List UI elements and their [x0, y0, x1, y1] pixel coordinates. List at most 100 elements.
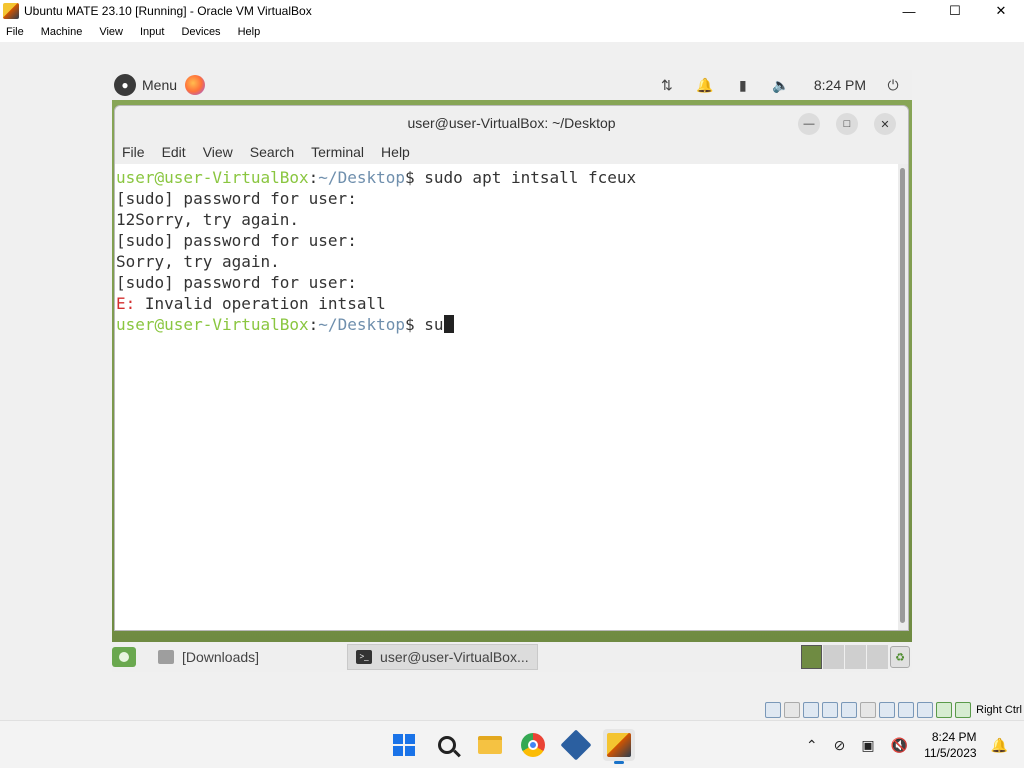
battery-icon[interactable]: ▮ — [734, 76, 752, 94]
scrollbar-thumb[interactable] — [900, 168, 905, 623]
cpu-icon[interactable] — [917, 702, 934, 718]
menu-help[interactable]: Help — [238, 26, 261, 38]
network-adapter-icon[interactable] — [822, 702, 839, 718]
workspace-4[interactable] — [867, 645, 888, 669]
terminal-minimize-button[interactable]: — — [798, 113, 820, 135]
volume-icon[interactable]: 🔈 — [772, 76, 790, 94]
workspace-switcher — [800, 645, 888, 669]
power-icon[interactable]: ⏻ — [884, 76, 902, 94]
error-prefix: E: — [116, 294, 136, 313]
shared-folders-icon[interactable] — [860, 702, 877, 718]
prompt-user: user@user-VirtualBox — [116, 168, 309, 187]
terminal-menu-help[interactable]: Help — [381, 144, 410, 160]
prompt-end: $ — [405, 315, 425, 334]
menu-label[interactable]: Menu — [142, 77, 177, 93]
terminal-menu-search[interactable]: Search — [250, 144, 294, 160]
terminal-title: user@user-VirtualBox: ~/Desktop — [407, 115, 616, 131]
mouse-integration-icon[interactable] — [955, 702, 972, 718]
minimize-button[interactable]: — — [886, 0, 932, 22]
menu-view[interactable]: View — [99, 26, 123, 38]
recording-icon[interactable] — [898, 702, 915, 718]
menu-file[interactable]: File — [6, 26, 24, 38]
terminal-menu-view[interactable]: View — [203, 144, 233, 160]
terminal-menu-file[interactable]: File — [122, 144, 145, 160]
close-button[interactable]: ✕ — [978, 0, 1024, 22]
task-label: user@user-VirtualBox... — [380, 649, 529, 665]
terminal-menu-terminal[interactable]: Terminal — [311, 144, 364, 160]
taskbar-date: 11/5/2023 — [924, 746, 977, 760]
firefox-icon[interactable] — [185, 75, 206, 95]
workspace-3[interactable] — [845, 645, 866, 669]
taskbar-apps — [388, 729, 646, 764]
vm-app-icon — [3, 3, 19, 19]
ubuntu-mate-icon[interactable]: ● — [114, 74, 136, 96]
prompt-sep: : — [308, 315, 319, 334]
terminal-icon: >_ — [356, 650, 373, 664]
terminal-close-button[interactable]: ✕ — [874, 113, 896, 135]
windows-taskbar: ⌃ ⊘ ▣ 🔇 8:24 PM 11/5/2023 🔔 — [0, 720, 1024, 768]
workspace-2[interactable] — [823, 645, 844, 669]
panel-indicators: ⇅ 🔔 ▮ 🔈 8:24 PM ⏻ — [638, 70, 902, 100]
command-text: sudo apt intsall fceux — [424, 168, 637, 187]
audio-icon[interactable] — [803, 702, 820, 718]
taskbar-time: 8:24 PM — [931, 730, 977, 744]
taskbar-tray: ⌃ ⊘ ▣ 🔇 8:24 PM 11/5/2023 🔔 — [806, 721, 1024, 768]
workspace-1[interactable] — [801, 645, 822, 669]
chrome-icon[interactable] — [517, 729, 549, 761]
menu-machine[interactable]: Machine — [41, 26, 83, 38]
notification-icon[interactable]: 🔔 — [991, 737, 1008, 754]
trash-icon[interactable]: ♻ — [890, 646, 910, 668]
error-text: Invalid operation intsall — [135, 294, 386, 313]
terminal-line: Sorry, try again. — [116, 252, 280, 271]
vbox-menubar: File Machine View Input Devices Help — [0, 22, 1024, 42]
optical-drive-icon[interactable] — [784, 702, 801, 718]
terminal-line: [sudo] password for user: — [116, 189, 367, 208]
terminal-line: user@user-VirtualBox:~/Desktop$ sudo apt… — [115, 167, 900, 188]
text-cursor — [443, 315, 454, 333]
command-text: su — [424, 315, 444, 334]
terminal-error-line: E: Invalid operation intsall — [115, 293, 900, 314]
prompt-user: user@user-VirtualBox — [116, 315, 309, 334]
vm-window-icon[interactable] — [603, 729, 635, 764]
no-wifi-icon[interactable]: ⊘ — [834, 737, 846, 754]
virtualbox-icon[interactable] — [560, 729, 592, 761]
tray-chevron-icon[interactable]: ⌃ — [806, 737, 818, 754]
task-terminal[interactable]: >_ user@user-VirtualBox... — [347, 644, 538, 670]
terminal-titlebar: user@user-VirtualBox: ~/Desktop — □ ✕ — [115, 106, 908, 140]
task-downloads[interactable]: [Downloads] — [150, 644, 267, 670]
maximize-button[interactable]: ☐ — [932, 0, 978, 22]
volume-muted-icon[interactable]: 🔇 — [891, 737, 908, 754]
show-desktop-button[interactable] — [112, 647, 136, 667]
panel-clock[interactable]: 8:24 PM — [814, 77, 866, 93]
terminal-controls: — □ ✕ — [782, 113, 896, 135]
terminal-line: user@user-VirtualBox:~/Desktop$ su — [115, 314, 900, 335]
mate-bottom-panel: [Downloads] >_ user@user-VirtualBox... ♻ — [112, 642, 912, 672]
terminal-output[interactable]: user@user-VirtualBox:~/Desktop$ sudo apt… — [115, 164, 900, 630]
notification-bell-icon[interactable]: 🔔 — [696, 76, 714, 94]
terminal-menubar: File Edit View Search Terminal Help — [115, 140, 908, 164]
prompt-path: ~/Desktop — [318, 315, 405, 334]
hard-disk-icon[interactable] — [765, 702, 782, 718]
search-icon[interactable] — [431, 729, 463, 761]
taskbar-clock[interactable]: 8:24 PM 11/5/2023 — [924, 729, 977, 761]
menu-input[interactable]: Input — [140, 26, 164, 38]
terminal-line: [sudo] password for user: — [116, 231, 367, 250]
windows-start-icon[interactable] — [388, 729, 420, 761]
file-explorer-icon[interactable] — [474, 729, 506, 761]
display-icon[interactable] — [879, 702, 896, 718]
prompt-end: $ — [405, 168, 425, 187]
guest-additions-icon[interactable] — [936, 702, 953, 718]
network-icon[interactable]: ⇅ — [658, 76, 676, 94]
display-status-icon[interactable]: ▣ — [861, 737, 874, 754]
terminal-maximize-button[interactable]: □ — [836, 113, 858, 135]
terminal-scrollbar[interactable] — [898, 164, 908, 630]
window-title: Ubuntu MATE 23.10 [Running] - Oracle VM … — [24, 4, 312, 18]
window-controls: — ☐ ✕ — [886, 0, 1024, 22]
menu-devices[interactable]: Devices — [181, 26, 220, 38]
task-label: [Downloads] — [182, 649, 260, 665]
vbox-titlebar: Ubuntu MATE 23.10 [Running] - Oracle VM … — [0, 0, 1024, 22]
terminal-window: user@user-VirtualBox: ~/Desktop — □ ✕ Fi… — [114, 105, 909, 631]
terminal-menu-edit[interactable]: Edit — [162, 144, 186, 160]
prompt-sep: : — [308, 168, 319, 187]
usb-icon[interactable] — [841, 702, 858, 718]
